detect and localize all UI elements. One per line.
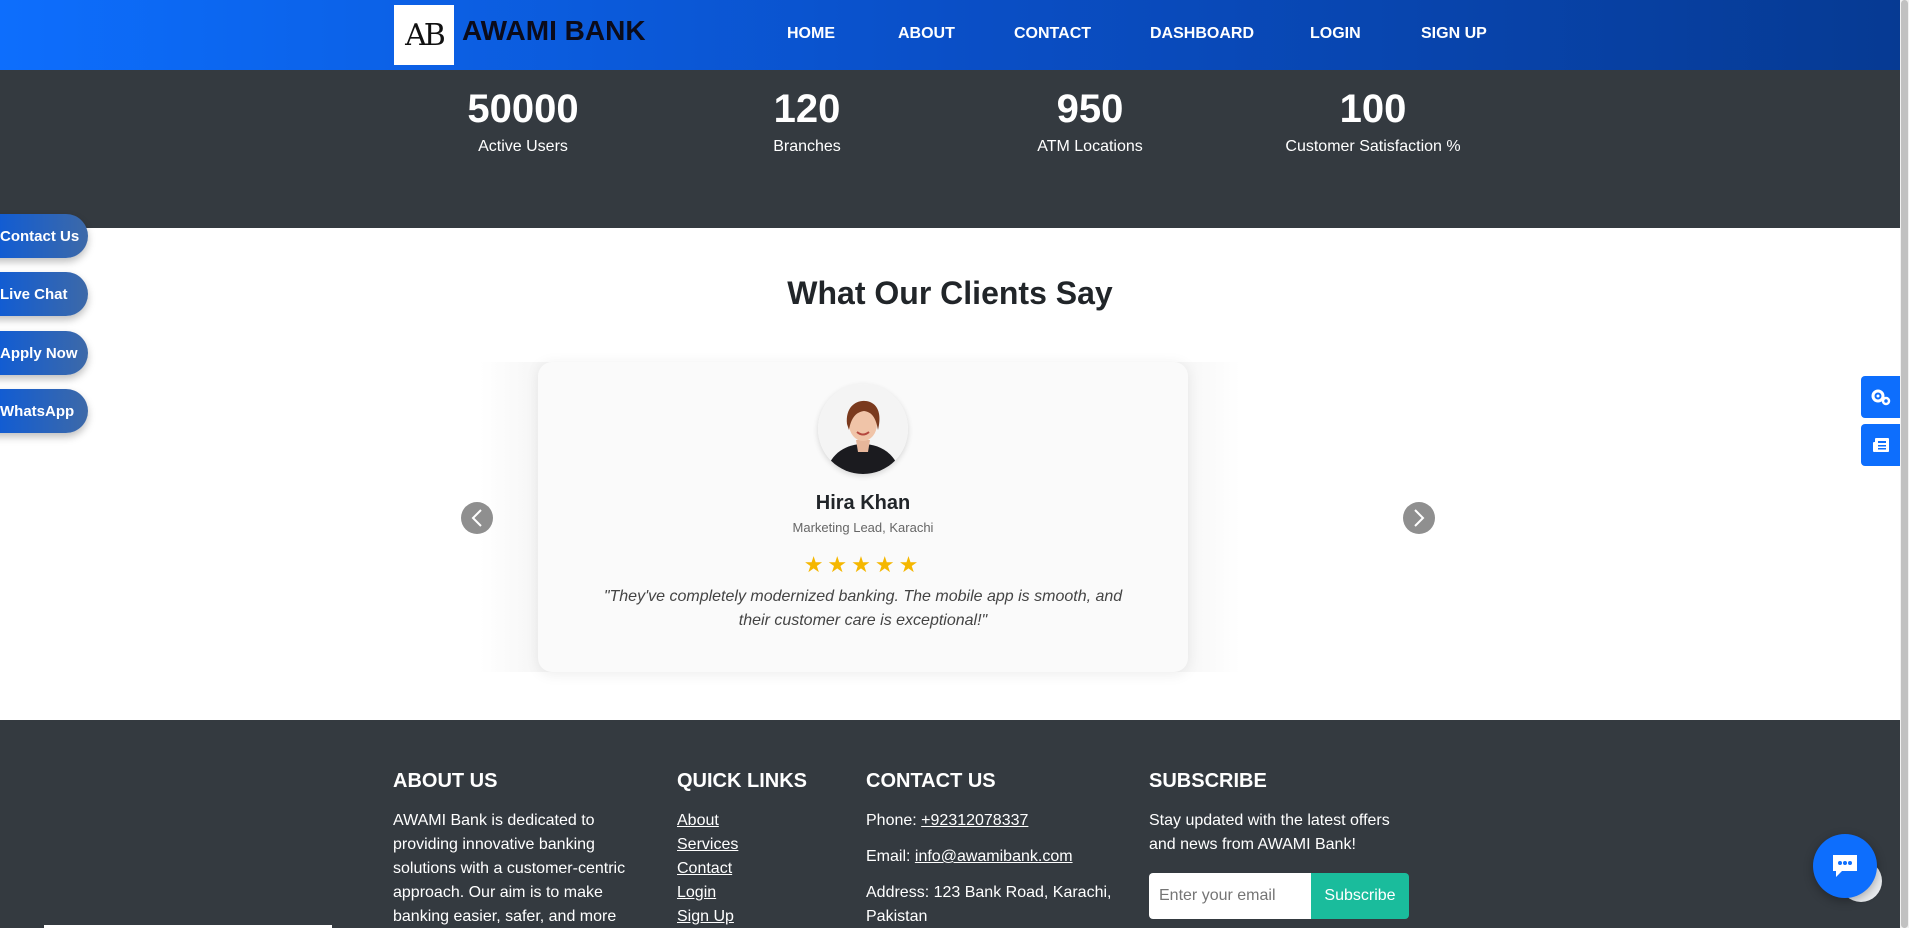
footer-about: ABOUT US AWAMI Bank is dedicated to prov… (393, 770, 643, 929)
chat-button[interactable] (1813, 834, 1877, 898)
footer-subscribe-text: Stay updated with the latest offers and … (1149, 812, 1390, 853)
chat-icon (1833, 855, 1857, 877)
stat-value: 120 (773, 87, 841, 131)
footer: ABOUT US AWAMI Bank is dedicated to prov… (0, 720, 1900, 928)
footer-subscribe: SUBSCRIBE Stay updated with the latest o… (1149, 770, 1419, 919)
stat-value: 50000 (467, 87, 579, 131)
testimonial-role: Marketing Lead, Karachi (792, 520, 934, 535)
nav-contact[interactable]: CONTACT (1014, 25, 1091, 43)
apply-now-button[interactable]: Apply Now (0, 331, 88, 375)
footer-quick-links: QUICK LINKS About Services Contact Login… (677, 770, 837, 929)
testimonial-name: Hira Khan (815, 492, 911, 514)
brand-name[interactable]: AWAMI BANK (462, 15, 646, 47)
footer-about-title: ABOUT US (393, 770, 498, 792)
footer-link-services[interactable]: Services (677, 833, 837, 857)
footer-phone: Phone: +92312078337 (866, 809, 1116, 833)
subscribe-form: Subscribe (1149, 873, 1419, 919)
carousel-next-button[interactable] (1403, 502, 1435, 534)
footer-link-contact[interactable]: Contact (677, 857, 837, 881)
stat-value: 100 (1339, 87, 1407, 131)
footer-link-signup[interactable]: Sign Up (677, 905, 837, 929)
stats-section: 50000 Active Users 120 Branches 950 ATM … (0, 70, 1900, 228)
chevron-left-icon (471, 509, 482, 527)
carousel-prev-button[interactable] (461, 502, 493, 534)
stat-value: 950 (1056, 87, 1124, 131)
nav-login[interactable]: LOGIN (1310, 25, 1361, 43)
stat-label: ATM Locations (1037, 138, 1143, 155)
avatar (818, 384, 908, 474)
newspaper-icon (1873, 438, 1889, 452)
star-rating: ★★★★★ (803, 552, 923, 577)
contact-us-button[interactable]: Contact Us (0, 214, 88, 258)
email-label: Email: (866, 848, 911, 865)
subscribe-email-input[interactable] (1149, 873, 1311, 919)
nav-dashboard[interactable]: DASHBOARD (1150, 25, 1254, 43)
gears-icon (1871, 389, 1891, 406)
stat-label: Branches (773, 138, 841, 155)
navbar: AB AWAMI BANK HOME ABOUT CONTACT DASHBOA… (0, 0, 1900, 70)
stat-atm-locations: 950 ATM Locations (960, 85, 1220, 156)
footer-address: Address: 123 Bank Road, Karachi, Pakista… (866, 884, 1112, 925)
footer-link-login[interactable]: Login (677, 881, 837, 905)
nav-home[interactable]: HOME (787, 25, 835, 43)
testimonials-title: What Our Clients Say (787, 275, 1113, 311)
email-link[interactable]: info@awamibank.com (915, 848, 1073, 865)
phone-label: Phone: (866, 812, 917, 829)
logo-text: AB (405, 17, 446, 53)
testimonial-card: Hira Khan Marketing Lead, Karachi ★★★★★ … (538, 362, 1188, 672)
news-tab[interactable] (1861, 424, 1901, 466)
stat-active-users: 50000 Active Users (393, 85, 653, 156)
settings-tab[interactable] (1861, 376, 1901, 418)
scrollbar-thumb[interactable] (1901, 0, 1908, 928)
chevron-right-icon (1414, 509, 1425, 527)
testimonial-quote: "They've completely modernized banking. … (603, 588, 1123, 629)
footer-contact: CONTACT US Phone: +92312078337 Email: in… (866, 770, 1116, 941)
subscribe-button[interactable]: Subscribe (1311, 873, 1409, 919)
stat-branches: 120 Branches (677, 85, 937, 156)
logo[interactable]: AB (394, 5, 454, 65)
footer-quick-links-title: QUICK LINKS (677, 770, 807, 792)
footer-about-text: AWAMI Bank is dedicated to providing inn… (393, 812, 626, 925)
nav-signup[interactable]: SIGN UP (1421, 25, 1487, 43)
footer-email: Email: info@awamibank.com (866, 845, 1116, 869)
stat-customer-satisfaction: 100 Customer Satisfaction % (1243, 85, 1503, 156)
footer-link-about[interactable]: About (677, 809, 837, 833)
whatsapp-button[interactable]: WhatsApp (0, 389, 88, 433)
nav-about[interactable]: ABOUT (898, 25, 955, 43)
phone-link[interactable]: +92312078337 (921, 812, 1028, 829)
footer-subscribe-title: SUBSCRIBE (1149, 770, 1267, 792)
stat-label: Customer Satisfaction % (1285, 138, 1461, 155)
footer-contact-title: CONTACT US (866, 770, 996, 792)
stat-label: Active Users (478, 138, 568, 155)
